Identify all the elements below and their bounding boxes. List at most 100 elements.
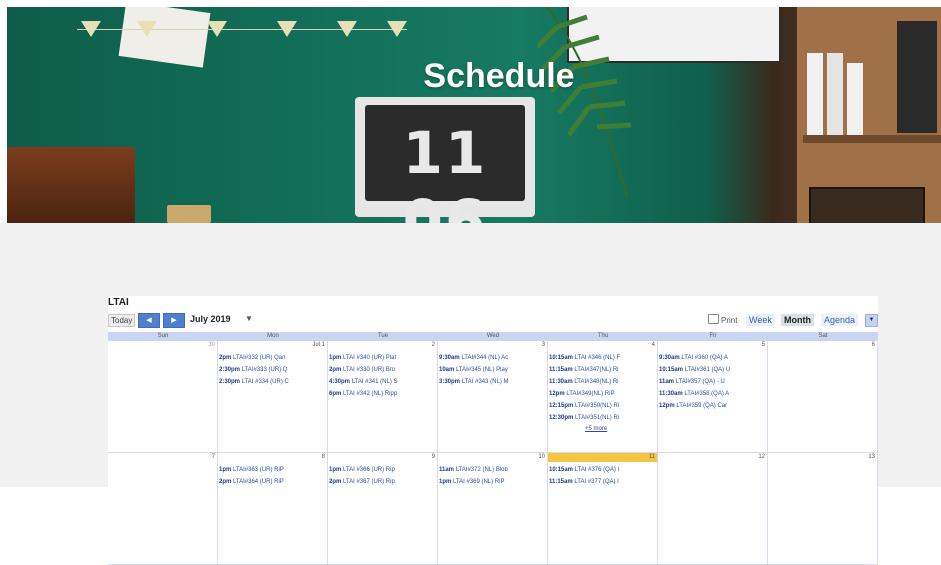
calendar-event[interactable]: 1pm LTAI#363 (UR) RiP xyxy=(219,464,326,476)
calendar-event[interactable]: 4:30pm LTAI #341 (NL) S xyxy=(329,376,436,388)
view-week-tab[interactable]: Week xyxy=(746,314,775,326)
view-agenda-tab[interactable]: Agenda xyxy=(821,314,859,326)
event-title: LTAI #369 (NL) RiP xyxy=(453,479,505,485)
day-cell[interactable]: 13 xyxy=(768,453,878,565)
calendar-event[interactable]: 12pm LTAI#349(NL) RiP xyxy=(549,388,656,400)
calendar-event[interactable]: 10:15am LTAI#361 (QA) U xyxy=(659,364,766,376)
day-number[interactable]: 11 xyxy=(649,454,655,460)
calendar-event[interactable]: 10am LTAI#345 (NL) Play xyxy=(439,364,546,376)
view-month-tab[interactable]: Month xyxy=(781,314,814,326)
today-button[interactable]: Today xyxy=(108,314,136,327)
calendar-event[interactable]: 9:30am LTAI #360 (QA) A xyxy=(659,352,766,364)
calendar-event[interactable]: 1pm LTAI #340 (UR) Plat xyxy=(329,352,436,364)
day-cell[interactable]: 2 1pm LTAI #340 (UR) Plat 2pm LTAI #330 (U… xyxy=(328,341,438,453)
calendar-event[interactable]: 6pm LTAI #342 (NL) Ripp xyxy=(329,388,436,400)
next-month-button[interactable]: ▶ xyxy=(163,313,185,328)
weekday-tue: Tue xyxy=(377,333,389,339)
day-cell[interactable]: Jul 1 2pm LTAI#332 (UR) Qan 2:30pm LTAI#33… xyxy=(218,341,328,453)
print-label: Print xyxy=(721,316,738,325)
day-number[interactable]: Jul 1 xyxy=(312,342,325,348)
calendar-event[interactable]: 11am LTAI#372 (NL) Blob xyxy=(439,464,546,476)
day-cell[interactable]: 5 9:30am LTAI #360 (QA) A 10:15am LTAI#361… xyxy=(658,341,768,453)
event-title: LTAI #341 (NL) S xyxy=(351,379,398,385)
calendar-event[interactable]: 1pm LTAI #369 (NL) RiP xyxy=(439,476,546,488)
event-time: 1pm xyxy=(219,467,234,473)
weekday-fri: Fri xyxy=(709,333,717,339)
calendar-event[interactable]: 12pm LTAI#359 (QA) Car xyxy=(659,400,766,412)
calendar-event[interactable]: 11:15am LTAI#347(NL) Ri xyxy=(549,364,656,376)
calendar-event[interactable]: 1pm LTAI #366 (UR) Rip xyxy=(329,464,436,476)
day-number[interactable]: 9 xyxy=(432,454,435,460)
calendar-event[interactable]: 2pm LTAI #330 (UR) Bro xyxy=(329,364,436,376)
calendar-event[interactable]: 9:30am LTAI#344 (NL) Ac xyxy=(439,352,546,364)
calendar-event[interactable]: 12:15pm LTAI#350(NL) Ri xyxy=(549,400,656,412)
day-number[interactable]: 13 xyxy=(868,454,875,460)
day-number[interactable]: 2 xyxy=(432,342,435,348)
day-cell[interactable]: 6 xyxy=(768,341,878,453)
calendar-event[interactable]: 11:30am LTAI#358 (QA) A xyxy=(659,388,766,400)
page-title: Schedule xyxy=(423,57,575,95)
event-time: 6pm xyxy=(329,391,344,397)
day-cell[interactable]: 3 9:30am LTAI#344 (NL) Ac 10am LTAI#345 (N… xyxy=(438,341,548,453)
day-number[interactable]: 5 xyxy=(762,342,765,348)
day-number[interactable]: 10 xyxy=(538,454,545,460)
printer-icon xyxy=(708,314,719,324)
day-cell[interactable]: 7 xyxy=(108,453,218,565)
event-title: LTAI#361 (QA) U xyxy=(684,367,731,373)
event-time: 1pm xyxy=(329,467,344,473)
day-number[interactable]: 8 xyxy=(322,454,325,460)
day-events: 2pm LTAI#332 (UR) Qan 2:30pm LTAI#333 (UR… xyxy=(219,352,326,388)
print-button[interactable]: Print xyxy=(708,314,737,325)
calendar-event[interactable]: 3:30pm LTAI #343 (NL) M xyxy=(439,376,546,388)
calendar-event[interactable]: 12:30pm LTAI#351(NL) Ri xyxy=(549,412,656,424)
event-time: 10:15am xyxy=(659,367,685,373)
day-cell[interactable]: 10 11am LTAI#372 (NL) Blob 1pm LTAI #369 (… xyxy=(438,453,548,565)
day-events: 1pm LTAI#363 (UR) RiP 2pm LTAI#364 (UR) R… xyxy=(219,464,326,488)
event-title: LTAI#349(NL) RiP xyxy=(566,391,615,397)
day-number[interactable]: 30 xyxy=(208,342,215,348)
event-time: 10am xyxy=(439,367,457,373)
event-title: LTAI#363 (UR) RiP xyxy=(233,467,284,473)
calendar-event[interactable]: 2pm LTAI#364 (UR) RiP xyxy=(219,476,326,488)
day-cell[interactable]: 11 10:15am LTAI #376 (QA) I 11:15am LTAI #… xyxy=(548,453,658,565)
event-time: 11am xyxy=(659,379,676,385)
calendar-event[interactable]: 2:30pm LTAI#333 (UR) Q xyxy=(219,364,326,376)
calendar-widget: LTAI Today ◀ ▶ July 2019 ▼ Print Week Mo… xyxy=(108,296,878,565)
calendar-event[interactable]: 11am LTAI#357 (QA) - U xyxy=(659,376,766,388)
month-label: July 2019 xyxy=(190,314,231,324)
day-cell[interactable]: 8 1pm LTAI#363 (UR) RiP 2pm LTAI#364 (UR) … xyxy=(218,453,328,565)
day-cell[interactable]: 12 xyxy=(658,453,768,565)
day-number[interactable]: 3 xyxy=(542,342,545,348)
more-events-link[interactable]: +5 more xyxy=(549,424,656,434)
calendar-event[interactable]: 10:15am LTAI #376 (QA) I xyxy=(549,464,656,476)
view-menu-chevron-down-icon[interactable]: ▼ xyxy=(865,314,878,327)
event-title: LTAI#348(NL) Ri xyxy=(574,379,619,385)
event-title: LTAI #367 (UR) Rip xyxy=(343,479,395,485)
event-title: LTAI#372 (NL) Blob xyxy=(455,467,508,473)
day-number[interactable]: 4 xyxy=(652,342,655,348)
weekday-wed: Wed xyxy=(486,333,500,339)
event-title: LTAI#357 (QA) - U xyxy=(675,379,725,385)
calendar-event[interactable]: 11:30am LTAI#348(NL) Ri xyxy=(549,376,656,388)
day-number[interactable]: 7 xyxy=(212,454,215,460)
calendar-event[interactable]: 2:30pm LTAI #334 (UR) C xyxy=(219,376,326,388)
prev-month-button[interactable]: ◀ xyxy=(138,313,160,328)
calendar-event[interactable]: 2pm LTAI#332 (UR) Qan xyxy=(219,352,326,364)
event-title: LTAI #366 (UR) Rip xyxy=(343,467,395,473)
day-cell[interactable]: 9 1pm LTAI #366 (UR) Rip 2pm LTAI #367 (UR… xyxy=(328,453,438,565)
calendar-event[interactable]: 11:15am LTAI #377 (QA) I xyxy=(549,476,656,488)
calendar-event[interactable]: 2pm LTAI #367 (UR) Rip xyxy=(329,476,436,488)
day-number[interactable]: 12 xyxy=(758,454,765,460)
event-title: LTAI#347(NL) Ri xyxy=(574,367,619,373)
event-time: 11:15am xyxy=(549,367,575,373)
month-dropdown-caret-icon[interactable]: ▼ xyxy=(245,314,253,323)
day-number[interactable]: 6 xyxy=(872,342,875,348)
day-events: 9:30am LTAI#344 (NL) Ac 10am LTAI#345 (NL… xyxy=(439,352,546,388)
day-events: 10:15am LTAI #346 (NL) F 11:15am LTAI#347… xyxy=(549,352,656,434)
event-title: LTAI#350(NL) Ri xyxy=(575,403,620,409)
day-cell[interactable]: 30 xyxy=(108,341,218,453)
calendar-event[interactable]: 10:15am LTAI #346 (NL) F xyxy=(549,352,656,364)
event-time: 2:30pm xyxy=(219,367,242,373)
day-cell[interactable]: 4 10:15am LTAI #346 (NL) F 11:15am LTAI#34… xyxy=(548,341,658,453)
event-time: 2pm xyxy=(329,479,344,485)
